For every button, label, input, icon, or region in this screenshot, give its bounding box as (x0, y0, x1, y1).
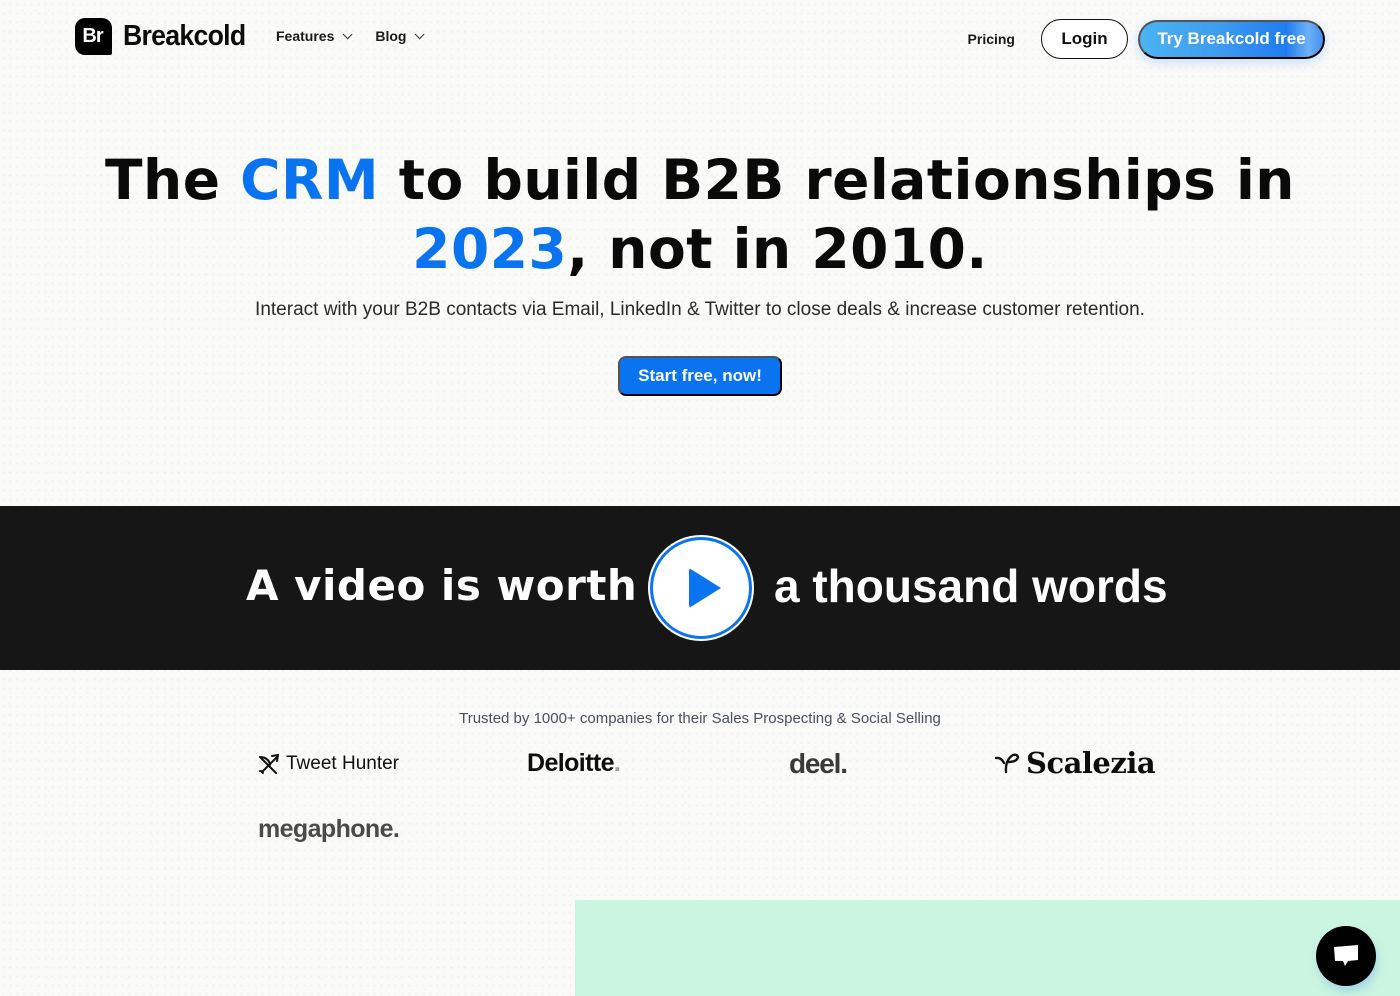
headline-text: The (105, 148, 241, 212)
chat-widget-button[interactable] (1316, 926, 1376, 986)
top-navbar: Br Breakcold Features Blog Pricing Login… (0, 0, 1400, 78)
headline-text: to build B2B relationships in (379, 148, 1295, 212)
chevron-down-icon (415, 28, 426, 39)
breakcold-logo[interactable]: Br Breakcold (75, 18, 256, 55)
logo-wordmark: Breakcold (123, 20, 246, 52)
logo-mark-icon: Br (75, 18, 112, 55)
feature-preview-panel (575, 900, 1400, 996)
chat-bubble-icon (1334, 945, 1358, 966)
login-button[interactable]: Login (1041, 19, 1128, 59)
nav-item-label: Blog (375, 28, 407, 44)
bow-arrow-icon (259, 753, 280, 774)
customer-logo-megaphone: megaphone. (258, 815, 400, 844)
video-heading-right: a thousand words (774, 560, 1168, 612)
trusted-by-heading: Trusted by 1000+ companies for their Sal… (459, 710, 941, 727)
video-section: A video is worth a thousand words (0, 506, 1400, 670)
customer-logo-scalezia: Scalezia (993, 746, 1156, 780)
hero-headline: The CRM to build B2B relationships in 20… (0, 146, 1400, 284)
hero-subtitle: Interact with your B2B contacts via Emai… (255, 299, 1145, 320)
nav-item-features[interactable]: Features (276, 28, 353, 44)
play-video-button[interactable] (650, 537, 752, 639)
headline-accent-crm: CRM (240, 148, 380, 212)
logo-text: Scalezia (1026, 746, 1156, 780)
logo-text: deel. (789, 748, 848, 779)
headline-text: , not in 2010. (567, 217, 988, 281)
chevron-down-icon (343, 28, 353, 39)
pricing-link[interactable]: Pricing (968, 31, 1015, 47)
customer-logo-deel: deel. (789, 748, 848, 780)
customer-logo-tweet-hunter: Tweet Hunter (257, 752, 399, 776)
play-icon (689, 568, 721, 608)
logo-text: Tweet Hunter (286, 753, 399, 774)
headline-accent-year: 2023 (412, 217, 568, 281)
nav-item-label: Features (276, 28, 335, 44)
video-heading-left: A video is worth (246, 561, 638, 610)
try-free-button[interactable]: Try Breakcold free (1138, 19, 1325, 59)
logo-dot: . (613, 749, 621, 777)
customer-logo-deloitte: Deloitte. (527, 749, 621, 778)
sprout-icon (994, 753, 1020, 774)
nav-actions: Pricing Login Try Breakcold free (968, 19, 1325, 59)
logo-text: Deloitte (527, 749, 614, 777)
start-free-button[interactable]: Start free, now! (618, 356, 782, 396)
nav-item-blog[interactable]: Blog (375, 28, 426, 44)
logo-text: megaphone. (258, 815, 400, 843)
main-menu: Features Blog (276, 28, 447, 44)
